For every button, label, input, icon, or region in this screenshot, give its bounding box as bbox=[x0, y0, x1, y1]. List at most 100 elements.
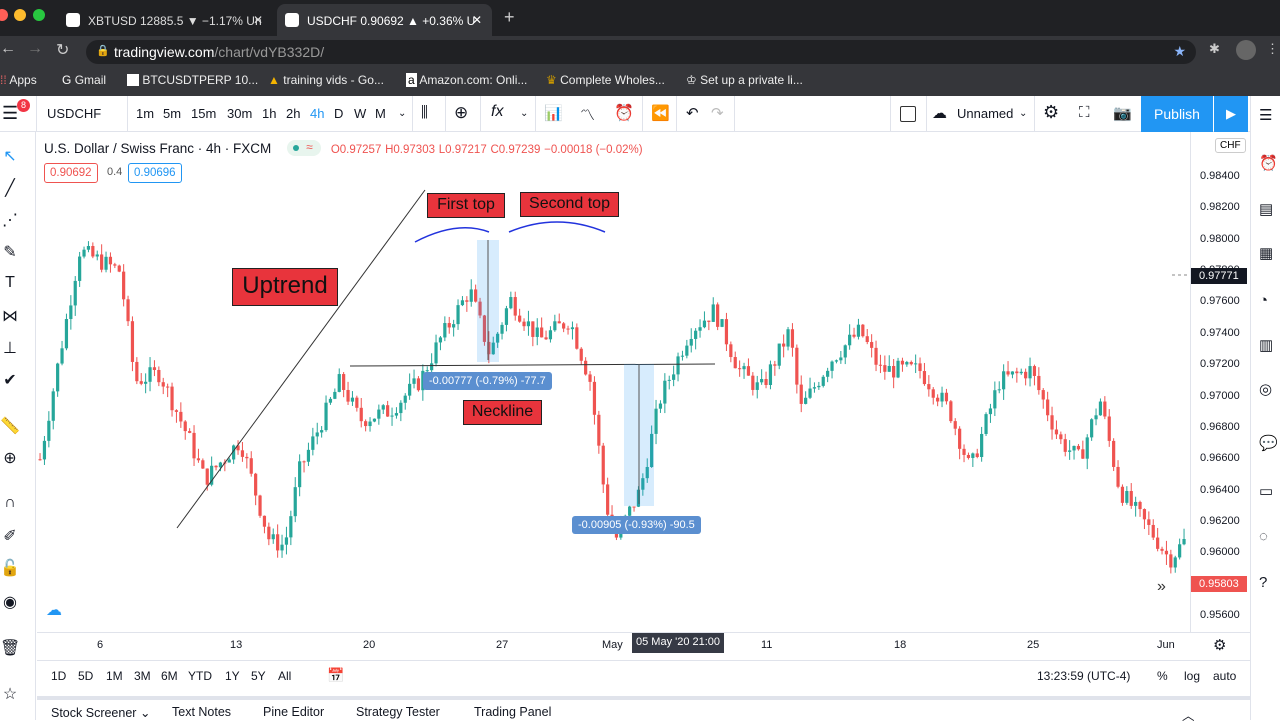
camera-icon[interactable]: 📷 bbox=[1113, 104, 1132, 122]
settings-gear-icon[interactable]: ⚙ bbox=[1043, 102, 1059, 123]
watchlist-icon[interactable]: ☰ bbox=[1259, 106, 1272, 124]
multi-layout-icon[interactable] bbox=[900, 106, 916, 122]
interval-1h[interactable]: 1h bbox=[262, 106, 276, 121]
extensions-icon[interactable]: ✱ bbox=[1209, 41, 1220, 57]
range-YTD[interactable]: YTD bbox=[188, 669, 212, 683]
tab-trading-panel[interactable]: Trading Panel bbox=[474, 705, 551, 719]
range-1D[interactable]: 1D bbox=[51, 669, 66, 683]
chevron-down-icon[interactable]: ⌄ bbox=[398, 108, 406, 119]
close-tab-icon[interactable]: ✕ bbox=[253, 13, 263, 27]
bookmark-gmail[interactable]: G Gmail bbox=[62, 73, 106, 87]
time-axis[interactable]: 6 13 20 27 May 11 18 25 Jun 05 May '20 21:00 ⚙ bbox=[37, 632, 1250, 658]
close-tab-icon[interactable]: ✕ bbox=[472, 13, 482, 27]
tab-pine-editor[interactable]: Pine Editor bbox=[263, 705, 324, 719]
auto-toggle[interactable]: auto bbox=[1213, 669, 1236, 683]
range-1Y[interactable]: 1Y bbox=[225, 669, 240, 683]
interval-4h[interactable]: 4h bbox=[310, 106, 324, 121]
interval-W[interactable]: W bbox=[354, 106, 366, 121]
range-All[interactable]: All bbox=[278, 669, 291, 683]
zoom-in-icon[interactable]: ⊕ bbox=[0, 448, 20, 468]
data-window-icon[interactable]: ▤ bbox=[1259, 200, 1273, 218]
trendline-icon[interactable]: ╱ bbox=[0, 178, 20, 198]
help-icon[interactable]: ? bbox=[1259, 574, 1267, 591]
browser-tab-usdchf[interactable]: USDCHF 0.90692 ▲ +0.36% U ✕ bbox=[277, 4, 492, 36]
ideas-icon[interactable]: ▥ bbox=[1259, 336, 1273, 354]
chevron-down-icon[interactable]: ⌄ bbox=[1019, 108, 1027, 119]
close-window-button[interactable] bbox=[0, 9, 8, 21]
undo-icon[interactable]: ↶ bbox=[686, 104, 699, 122]
fullscreen-icon[interactable]: ⛶ bbox=[1079, 104, 1090, 121]
streams-icon[interactable]: ◎ bbox=[1259, 380, 1272, 398]
clock-time[interactable]: 13:23:59 (UTC-4) bbox=[1037, 669, 1130, 683]
interval-D[interactable]: D bbox=[334, 106, 343, 121]
bookmark-training-vids[interactable]: ▲ training vids - Go... bbox=[268, 73, 384, 87]
profile-avatar[interactable] bbox=[1236, 40, 1256, 60]
goto-date-icon[interactable]: 📅 bbox=[327, 667, 344, 684]
publish-button[interactable]: Publish bbox=[1141, 96, 1213, 132]
replay-icon[interactable]: ⏪ bbox=[651, 104, 670, 122]
log-toggle[interactable]: log bbox=[1184, 669, 1200, 683]
magnet-icon[interactable]: ∩ bbox=[0, 494, 20, 512]
layout-name[interactable]: Unnamed bbox=[957, 106, 1013, 121]
axis-settings-icon[interactable]: ⚙ bbox=[1213, 636, 1226, 654]
interval-1m[interactable]: 1m bbox=[136, 106, 154, 121]
cursor-icon[interactable]: ↖ bbox=[0, 146, 20, 166]
collapse-panel-icon[interactable]: ︿ bbox=[1182, 705, 1195, 724]
ruler-icon[interactable]: 📏 bbox=[0, 416, 20, 436]
hotlist-icon[interactable]: ▦ bbox=[1259, 244, 1273, 262]
calendar-icon[interactable]: ◔ bbox=[1259, 292, 1268, 309]
check-icon[interactable]: ✔ bbox=[0, 370, 20, 390]
buy-button[interactable]: 0.90696 bbox=[128, 163, 182, 183]
bookmark-wholesale[interactable]: ♛ Complete Wholes... bbox=[546, 73, 665, 87]
play-icon[interactable]: ▶ bbox=[1214, 96, 1248, 132]
financials-icon[interactable]: 📊 bbox=[544, 104, 563, 122]
eye-icon[interactable]: ◉ bbox=[0, 592, 20, 612]
maximize-window-button[interactable] bbox=[33, 9, 45, 21]
bookmark-star-icon[interactable]: ★ bbox=[1173, 43, 1186, 60]
tab-text-notes[interactable]: Text Notes bbox=[172, 705, 231, 719]
templates-icon[interactable]: 〽 bbox=[580, 104, 595, 125]
range-6M[interactable]: 6M bbox=[161, 669, 178, 683]
trash-icon[interactable]: 🗑 bbox=[0, 638, 20, 658]
interval-15m[interactable]: 15m bbox=[191, 106, 216, 121]
notifications-icon[interactable]: ◌ bbox=[1259, 528, 1268, 545]
bookmark-amazon[interactable]: a Amazon.com: Onli... bbox=[406, 73, 527, 87]
pattern-icon[interactable]: ⋈ bbox=[0, 306, 20, 326]
hamburger-menu-icon[interactable]: ☰ bbox=[2, 103, 18, 124]
chevron-down-icon[interactable]: ⌄ bbox=[520, 108, 528, 119]
new-tab-button[interactable]: + bbox=[504, 7, 515, 28]
currency-label[interactable]: CHF bbox=[1215, 138, 1246, 153]
reload-icon[interactable]: ↻ bbox=[56, 40, 69, 60]
scroll-to-realtime-icon[interactable]: » bbox=[1157, 578, 1166, 596]
interval-5m[interactable]: 5m bbox=[163, 106, 181, 121]
brush-icon[interactable]: ✎ bbox=[0, 242, 20, 262]
browser-tab-xbtusd[interactable]: XBTUSD 12885.5 ▼ −1.17% Un ✕ bbox=[58, 4, 273, 36]
minimize-window-button[interactable] bbox=[14, 9, 26, 21]
bookmark-private-link[interactable]: ♔ Set up a private li... bbox=[686, 73, 803, 87]
percent-toggle[interactable]: % bbox=[1157, 669, 1168, 683]
range-3M[interactable]: 3M bbox=[134, 669, 151, 683]
price-axis[interactable]: 0.984000.982000.980000.978000.976000.974… bbox=[1190, 132, 1250, 632]
menu-icon[interactable]: ⋮ bbox=[1266, 41, 1279, 57]
range-5Y[interactable]: 5Y bbox=[251, 669, 266, 683]
first-top-label[interactable]: First top bbox=[427, 193, 505, 218]
alerts-icon[interactable]: ⏰ bbox=[1259, 154, 1278, 172]
indicators-icon[interactable]: fx bbox=[491, 103, 503, 121]
compare-add-icon[interactable]: ⊕ bbox=[454, 103, 468, 123]
tab-strategy-tester[interactable]: Strategy Tester bbox=[356, 705, 440, 719]
messages-icon[interactable]: ▭ bbox=[1259, 482, 1273, 500]
prediction-icon[interactable]: ⊥ bbox=[0, 338, 20, 358]
favorites-star-icon[interactable]: ☆ bbox=[0, 684, 20, 704]
back-icon[interactable]: ← bbox=[0, 40, 16, 58]
pitchfork-icon[interactable]: ⋰ bbox=[0, 210, 20, 230]
stay-drawing-icon[interactable]: ✐ bbox=[0, 526, 20, 546]
lock-icon[interactable]: 🔓 bbox=[0, 558, 20, 578]
second-top-label[interactable]: Second top bbox=[520, 192, 619, 217]
text-icon[interactable]: T bbox=[0, 274, 20, 292]
tradingview-logo-icon[interactable]: ☁ bbox=[46, 600, 70, 620]
range-5D[interactable]: 5D bbox=[78, 669, 93, 683]
redo-icon[interactable]: ↷ bbox=[711, 104, 724, 122]
alert-clock-icon[interactable]: ⏰ bbox=[614, 103, 634, 123]
chat-icon[interactable]: 💬 bbox=[1259, 434, 1278, 452]
cloud-saved-icon[interactable]: ☁ bbox=[932, 104, 947, 122]
